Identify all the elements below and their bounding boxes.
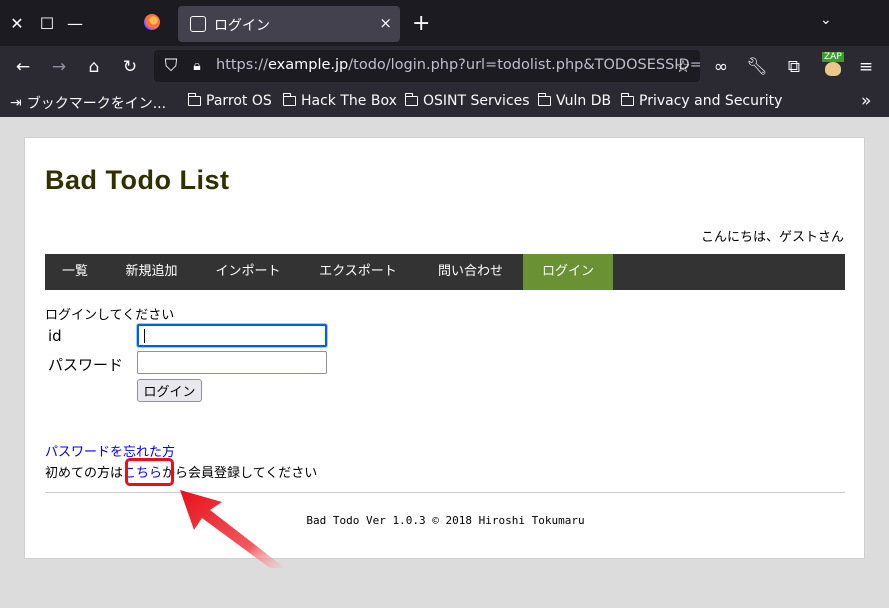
wrench-icon[interactable]: 🔧︎ bbox=[746, 56, 768, 78]
bookmarks-toolbar: ⇥ ブックマークをイン... Parrot OS Hack The Box OSI… bbox=[0, 88, 889, 117]
tab-title: ログイン bbox=[214, 18, 270, 34]
new-tab-icon[interactable]: + bbox=[412, 11, 430, 36]
url-path: /todo/login.php?url=todolist.php&TODOSES… bbox=[348, 57, 700, 73]
tab-login[interactable]: ログイン × bbox=[178, 6, 400, 42]
forward-icon[interactable]: → bbox=[48, 56, 70, 78]
zap-face-icon bbox=[825, 62, 841, 76]
bookmark-label: Parrot OS bbox=[206, 93, 272, 109]
bookmark-label: ブックマークをイン... bbox=[26, 96, 167, 112]
bookmark-hack-the-box[interactable]: Hack The Box bbox=[282, 93, 397, 109]
bookmark-vuln-db[interactable]: Vuln DB bbox=[537, 93, 612, 109]
browser-chrome: ✕ ☐ — ログイン × + ⌄ ← → ⌂ ↻ ⛉ 🔒︎ https://ex… bbox=[0, 0, 889, 117]
folder-icon bbox=[282, 93, 296, 106]
import-icon: ⇥ bbox=[10, 95, 22, 111]
page-title: Bad Todo List bbox=[45, 165, 230, 195]
login-prompt: ログインしてください bbox=[45, 308, 175, 323]
menu-item-export[interactable]: エクスポート bbox=[298, 254, 418, 290]
tab-close-icon[interactable]: × bbox=[379, 14, 392, 32]
main-menu: 一覧 新規追加 インポート エクスポート 問い合わせ ログイン bbox=[45, 254, 845, 290]
maximize-window-icon[interactable]: ☐ bbox=[36, 12, 58, 34]
url-text[interactable]: https://example.jp/todo/login.php?url=to… bbox=[216, 57, 700, 73]
firefox-logo-icon[interactable] bbox=[144, 14, 160, 30]
menu-hamburger-icon[interactable]: ≡ bbox=[855, 56, 877, 78]
password-label: パスワード bbox=[48, 356, 124, 374]
shield-icon[interactable]: ⛉ bbox=[160, 55, 182, 77]
bookmark-import[interactable]: ⇥ ブックマークをイン... bbox=[10, 93, 166, 113]
folder-icon bbox=[404, 93, 418, 106]
tab-bar: ✕ ☐ — ログイン × + ⌄ bbox=[0, 0, 889, 46]
close-window-icon[interactable]: ✕ bbox=[6, 12, 28, 34]
password-input[interactable] bbox=[137, 351, 327, 374]
url-scheme: https:// bbox=[216, 57, 268, 73]
folder-icon bbox=[620, 93, 634, 106]
bookmark-parrot-os[interactable]: Parrot OS bbox=[187, 93, 272, 109]
back-icon[interactable]: ← bbox=[12, 56, 34, 78]
bookmark-label: Vuln DB bbox=[556, 93, 612, 109]
bookmark-label: Privacy and Security bbox=[639, 93, 783, 109]
signup-text: 初めての方はこちらから会員登録してください bbox=[45, 462, 317, 481]
navigation-toolbar: ← → ⌂ ↻ ⛉ 🔒︎ https://example.jp/todo/log… bbox=[0, 46, 889, 88]
folder-icon bbox=[537, 93, 551, 106]
divider bbox=[45, 492, 845, 493]
page-favicon-icon bbox=[190, 16, 206, 32]
signup-suffix: から会員登録してください bbox=[162, 466, 318, 481]
annotation-arrow-icon bbox=[180, 490, 285, 568]
url-host: example.jp bbox=[267, 57, 349, 73]
bookmark-label: Hack The Box bbox=[301, 93, 397, 109]
footer-text: Bad Todo Ver 1.0.3 © 2018 Hiroshi Tokuma… bbox=[306, 514, 585, 527]
bookmark-label: OSINT Services bbox=[423, 93, 530, 109]
menu-item-import[interactable]: インポート bbox=[198, 254, 298, 290]
login-button[interactable]: ログイン bbox=[137, 379, 202, 402]
menu-item-list[interactable]: 一覧 bbox=[45, 254, 105, 290]
home-icon[interactable]: ⌂ bbox=[83, 56, 105, 78]
minimize-window-icon[interactable]: — bbox=[64, 12, 86, 34]
bookmarks-overflow-icon[interactable]: » bbox=[861, 91, 871, 111]
bookmark-privacy-security[interactable]: Privacy and Security bbox=[620, 93, 783, 109]
id-input[interactable] bbox=[137, 324, 327, 347]
menu-item-new[interactable]: 新規追加 bbox=[105, 254, 198, 290]
reload-icon[interactable]: ↻ bbox=[119, 56, 141, 78]
url-bar[interactable]: ⛉ 🔒︎ https://example.jp/todo/login.php?u… bbox=[154, 50, 700, 82]
page-container: Bad Todo List こんにちは、ゲストさん 一覧 新規追加 インポート … bbox=[24, 137, 865, 559]
lock-icon[interactable]: 🔒︎ bbox=[186, 55, 208, 77]
zap-label: ZAP bbox=[822, 52, 844, 62]
id-label: id bbox=[48, 327, 62, 345]
highlight-box bbox=[125, 458, 174, 486]
bookmark-star-icon[interactable]: ☆ bbox=[672, 56, 694, 78]
menu-item-contact[interactable]: 問い合わせ bbox=[418, 254, 523, 290]
zap-extension-icon[interactable]: ZAP bbox=[822, 52, 844, 76]
folder-icon bbox=[187, 93, 201, 106]
bookmark-osint-services[interactable]: OSINT Services bbox=[404, 93, 530, 109]
private-mask-icon[interactable]: ∞ bbox=[710, 56, 732, 78]
text-caret bbox=[144, 329, 145, 343]
signup-prefix: 初めての方は bbox=[45, 466, 124, 481]
menu-item-login[interactable]: ログイン bbox=[523, 254, 613, 290]
greeting-text: こんにちは、ゲストさん bbox=[700, 230, 844, 245]
tab-list-icon[interactable]: ⌄ bbox=[820, 12, 832, 28]
extensions-icon[interactable]: ⧉ bbox=[783, 56, 805, 78]
